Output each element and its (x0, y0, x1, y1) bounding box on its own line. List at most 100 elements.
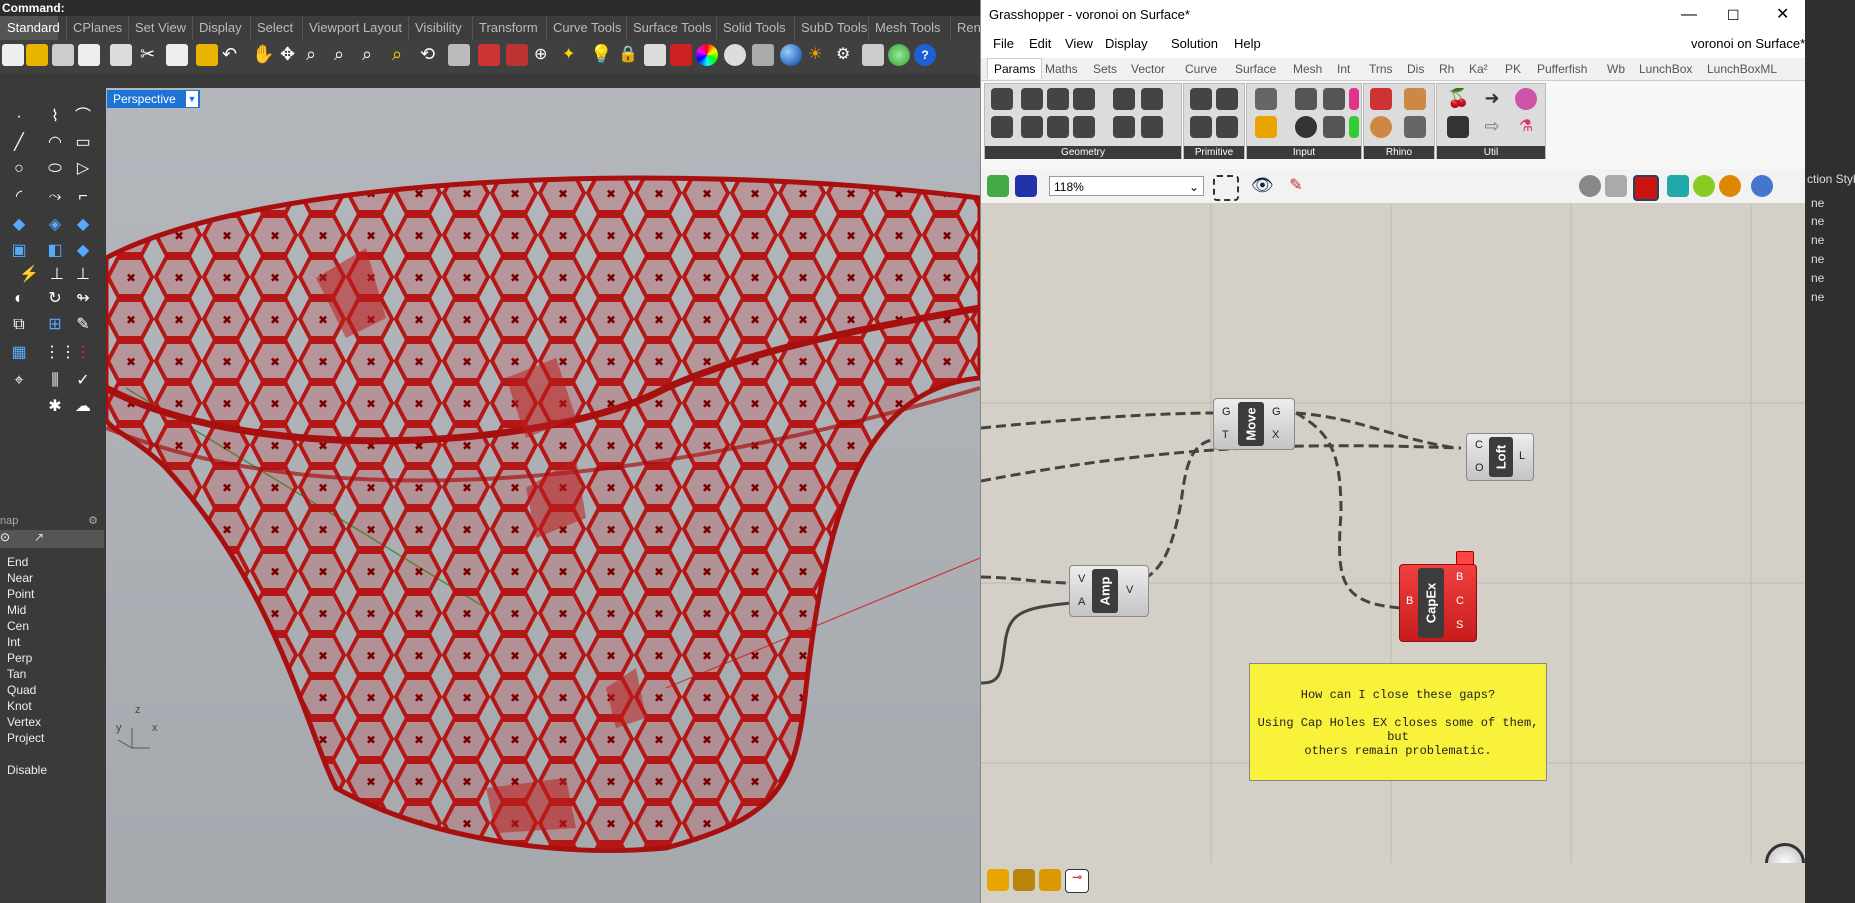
points-icon[interactable]: ✦ (562, 44, 584, 66)
param-point-icon[interactable] (991, 116, 1013, 138)
amp-output-v[interactable]: V (1126, 584, 1133, 596)
param-vector-icon[interactable] (1073, 116, 1095, 138)
osnap-end[interactable]: End (7, 554, 28, 570)
color-wheel-icon[interactable] (696, 44, 718, 66)
dimension2-icon[interactable]: ⊥ (72, 264, 94, 286)
component-amplitude[interactable]: V A Amp V (1069, 565, 1149, 617)
pen-icon[interactable]: ✎ (72, 314, 94, 336)
surface2-icon[interactable]: ◈ (44, 214, 66, 236)
rotate-view-icon[interactable]: ✥ (280, 44, 302, 66)
style-row-6[interactable]: ne (1811, 290, 1824, 304)
move-input-g[interactable]: G (1222, 406, 1231, 418)
close-icon[interactable]: ✕ (1776, 0, 1789, 30)
tab-pk[interactable]: PK (1505, 62, 1521, 76)
paste-icon[interactable] (196, 44, 218, 66)
osnap-project[interactable]: Project (7, 730, 44, 746)
line-icon[interactable]: ╱ (8, 132, 30, 154)
param-curve-icon[interactable] (1047, 88, 1069, 110)
surface3-icon[interactable]: ◆ (72, 214, 94, 236)
solid2-icon[interactable]: ◧ (44, 240, 66, 262)
osnap-knot[interactable]: Knot (7, 698, 32, 714)
tab-surface[interactable]: Surface (1235, 62, 1276, 76)
tab-lunchboxml[interactable]: LunchBoxML (1707, 62, 1777, 76)
zoom-level-select[interactable]: 118% ⌄ (1049, 176, 1204, 196)
osnap-tan[interactable]: Tan (7, 666, 26, 682)
grasshopper-icon[interactable] (888, 44, 910, 66)
capex-input-b[interactable]: B (1406, 595, 1413, 607)
loft-input-c[interactable]: C (1475, 439, 1483, 451)
menu-solution[interactable]: Solution (1171, 36, 1218, 51)
param-brep-icon[interactable] (1113, 88, 1135, 110)
arc-icon[interactable]: ◠ (44, 132, 66, 154)
style-row-2[interactable]: ne (1811, 214, 1824, 228)
solid-icon[interactable]: ▣ (8, 240, 30, 262)
preview-wire-icon[interactable] (1579, 175, 1601, 197)
tab-viewport-layout[interactable]: Viewport Layout (302, 16, 408, 40)
style-row-4[interactable]: ne (1811, 252, 1824, 266)
ellipse-icon[interactable]: ⬭ (44, 158, 66, 180)
array-icon[interactable]: ⧉ (8, 314, 30, 336)
open-document-icon[interactable] (987, 175, 1009, 197)
component-capex[interactable]: B CapEx B C S (1399, 564, 1477, 642)
tab-int[interactable]: Int (1337, 62, 1350, 76)
tab-surface-tools[interactable]: Surface Tools (626, 16, 718, 40)
param-plane-icon[interactable] (1047, 116, 1069, 138)
style-row-5[interactable]: ne (1811, 271, 1824, 285)
solid3-icon[interactable]: ◆ (72, 240, 94, 262)
material-icon[interactable] (670, 44, 692, 66)
viewport-menu-arrow-icon[interactable]: ▼ (186, 91, 198, 107)
tab-wb[interactable]: Wb (1607, 62, 1625, 76)
preview-shaded-icon[interactable] (1633, 175, 1659, 201)
param-field-icon[interactable] (1141, 116, 1163, 138)
style-row-3[interactable]: ne (1811, 233, 1824, 247)
osnap-near[interactable]: Near (7, 570, 33, 586)
render-icon[interactable]: ⋮ (72, 342, 94, 364)
gh-document-name[interactable]: voronoi on Surface* (1691, 36, 1805, 51)
disable-icon[interactable]: ⊸ (1065, 869, 1089, 893)
loft-input-o[interactable]: O (1475, 462, 1484, 474)
rotate-icon[interactable]: ↻ (44, 288, 66, 310)
select-point-icon[interactable]: · (8, 106, 30, 128)
open-file-icon[interactable] (26, 44, 48, 66)
copy2-icon[interactable] (166, 44, 188, 66)
maximize-icon[interactable]: ☐ (1727, 0, 1740, 30)
undo-view-icon[interactable]: ⟲ (420, 44, 442, 66)
rhino-import-icon[interactable] (1370, 88, 1392, 110)
loft-output-l[interactable]: L (1519, 450, 1525, 462)
osnap-cen[interactable]: Cen (7, 618, 29, 634)
tree-icon[interactable] (1447, 116, 1469, 138)
menu-edit[interactable]: Edit (1029, 36, 1051, 51)
input-button-icon[interactable] (1295, 88, 1317, 110)
layers-icon[interactable] (1013, 869, 1035, 891)
print-icon[interactable] (78, 44, 100, 66)
new-file-icon[interactable] (2, 44, 24, 66)
util-gradient-icon[interactable] (1515, 88, 1537, 110)
tab-set-view[interactable]: Set View (128, 16, 192, 40)
filter-icon[interactable]: ⊙ (0, 530, 10, 544)
menu-file[interactable]: File (993, 36, 1014, 51)
save-icon[interactable] (52, 44, 74, 66)
osnap-point[interactable]: Point (7, 586, 34, 602)
preview-mesh-icon[interactable] (1605, 175, 1627, 197)
amp-input-a[interactable]: A (1078, 596, 1085, 608)
curve-icon[interactable]: ⌒ (72, 106, 94, 128)
display-settings-icon[interactable] (1751, 175, 1773, 197)
gear-icon[interactable]: ⚙ (88, 512, 98, 530)
menu-help[interactable]: Help (1234, 36, 1261, 51)
tab-standard[interactable]: Standard (0, 16, 60, 40)
group-icon[interactable] (862, 44, 884, 66)
display3-icon[interactable] (1719, 175, 1741, 197)
check-icon[interactable]: ✓ (72, 370, 94, 392)
rhino-material-icon[interactable] (1404, 88, 1426, 110)
tab-curve[interactable]: Curve (1185, 62, 1217, 76)
layer-icon[interactable] (644, 44, 666, 66)
perspective-viewport[interactable]: ✖ z x y (106, 88, 980, 903)
mesh-icon[interactable]: ▦ (8, 342, 30, 364)
mirror-icon[interactable]: ◐ (8, 288, 30, 310)
surface-icon[interactable]: ◆ (8, 214, 30, 236)
flask-icon[interactable]: ⚗ (1515, 116, 1537, 138)
input-matrix-icon[interactable] (1349, 116, 1359, 138)
param-boolean-icon[interactable] (1190, 88, 1212, 110)
pan-icon[interactable]: ✋ (252, 44, 274, 66)
input-graph-icon[interactable] (1255, 116, 1277, 138)
